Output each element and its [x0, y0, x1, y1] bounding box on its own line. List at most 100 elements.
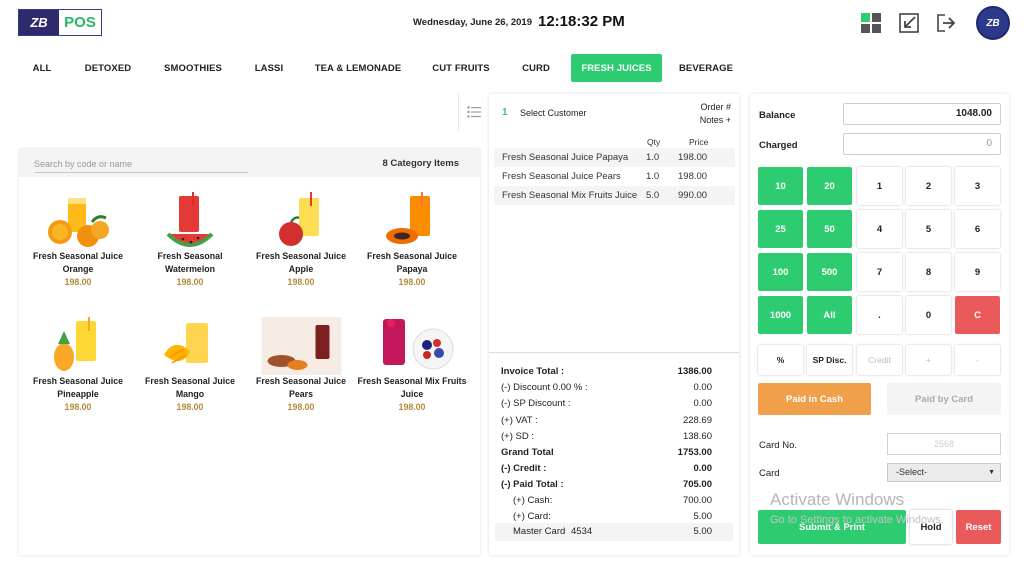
- product-card-apple[interactable]: Fresh Seasonal Juice Apple 198.00: [245, 192, 357, 292]
- activate-windows-title: Activate Windows: [770, 490, 905, 509]
- select-customer-link[interactable]: Select Customer: [520, 108, 587, 118]
- product-card-mango[interactable]: Fresh Seasonal Juice Mango 198.00: [134, 317, 246, 417]
- credit-button[interactable]: Credit: [857, 345, 902, 375]
- key-6-button[interactable]: 6: [955, 210, 1000, 248]
- key-3-button[interactable]: 3: [955, 167, 1000, 205]
- order-panel: 1 Select Customer Order # Notes + Qty Pr…: [489, 94, 739, 555]
- key-4-button[interactable]: 4: [857, 210, 902, 248]
- watermelon-juice-image: [166, 192, 214, 247]
- activate-windows-subtitle: Go to Settings to activate Windows.: [770, 514, 944, 526]
- quick-amount-all-button[interactable]: All: [807, 296, 852, 334]
- product-price: 198.00: [287, 402, 315, 412]
- key-1-button[interactable]: 1: [857, 167, 902, 205]
- tab-tea-lemonade[interactable]: TEA & LEMONADE: [312, 54, 404, 82]
- invoice-total-row: Invoice Total :1386.00: [501, 366, 712, 377]
- tab-fresh-juices[interactable]: FRESH JUICES: [571, 54, 662, 82]
- plus-button[interactable]: +: [906, 345, 951, 375]
- product-card-watermelon[interactable]: Fresh Seasonal Watermelon 198.00: [134, 192, 246, 292]
- minus-button[interactable]: -: [955, 345, 1000, 375]
- product-price: 198.00: [64, 402, 92, 412]
- quick-amount-20-button[interactable]: 20: [807, 167, 852, 205]
- key-5-button[interactable]: 5: [906, 210, 951, 248]
- quick-amount-25-button[interactable]: 25: [758, 210, 803, 248]
- product-card-pineapple[interactable]: Fresh Seasonal Juice Pineapple 198.00: [22, 317, 134, 417]
- line-price: 198.00: [678, 171, 708, 182]
- sd-row: (+) SD :138.60: [501, 431, 712, 442]
- key-2-button[interactable]: 2: [906, 167, 951, 205]
- quick-amount-100-button[interactable]: 100: [758, 253, 803, 291]
- order-line[interactable]: Fresh Seasonal Juice Pears 1.0 198.00: [494, 167, 735, 186]
- percent-discount-button[interactable]: %: [758, 345, 803, 375]
- order-line[interactable]: Fresh Seasonal Mix Fruits Juice 5.0 990.…: [494, 186, 735, 205]
- vat-row: (+) VAT :228.69: [501, 415, 712, 426]
- paid-in-cash-button[interactable]: Paid in Cash: [758, 383, 871, 415]
- sp-discount-button[interactable]: SP Disc.: [807, 345, 852, 375]
- key-decimal-button[interactable]: .: [857, 296, 902, 334]
- cash-row: (+) Cash: 700.00: [513, 495, 712, 506]
- grid-icon[interactable]: [860, 12, 882, 34]
- order-number-label: Order #: [700, 102, 731, 112]
- key-8-button[interactable]: 8: [906, 253, 951, 291]
- sp-discount-row: (-) SP Discount :0.00: [501, 398, 712, 409]
- app-header: ZB POS Wednesday, June 26, 2019 12:18:32…: [0, 0, 1024, 46]
- tab-all[interactable]: ALL: [24, 54, 60, 82]
- logout-icon[interactable]: [935, 12, 957, 34]
- order-totals: Invoice Total :1386.00 (-) Discount 0.00…: [489, 352, 739, 555]
- key-9-button[interactable]: 9: [955, 253, 1000, 291]
- tab-cut-fruits[interactable]: CUT FRUITS: [428, 54, 494, 82]
- line-qty: 5.0: [646, 190, 660, 201]
- master-card-number: 4534: [571, 526, 593, 537]
- product-name: Fresh Seasonal Juice Papaya: [367, 251, 457, 274]
- charged-field[interactable]: 0: [843, 133, 1001, 155]
- minimize-icon[interactable]: [898, 12, 920, 34]
- customer-number: 1: [502, 107, 508, 118]
- line-name: Fresh Seasonal Juice Papaya: [502, 152, 629, 163]
- pears-juice-image: [261, 317, 342, 375]
- items-panel: 8 Category Items Fresh Seasonal Juice Or…: [19, 149, 480, 555]
- product-name: Fresh Seasonal Juice Pineapple: [33, 376, 123, 399]
- key-7-button[interactable]: 7: [857, 253, 902, 291]
- reset-button[interactable]: Reset: [956, 510, 1001, 544]
- card-number-field[interactable]: 2568: [887, 433, 1001, 455]
- search-input[interactable]: [34, 156, 248, 173]
- list-view-icon[interactable]: [458, 94, 488, 130]
- tab-detoxed[interactable]: DETOXED: [80, 54, 136, 82]
- master-card-label: Master Card: [513, 526, 566, 537]
- product-card-orange[interactable]: Fresh Seasonal Juice Orange 198.00: [22, 192, 134, 292]
- line-qty: 1.0: [646, 171, 660, 182]
- current-time: 12:18:32 PM: [538, 13, 625, 30]
- grand-total-row: Grand Total 1753.00: [501, 447, 712, 458]
- product-price: 198.00: [398, 402, 426, 412]
- product-card-mix-fruits[interactable]: Fresh Seasonal Mix Fruits Juice 198.00: [356, 317, 468, 417]
- tab-curd[interactable]: CURD: [514, 54, 558, 82]
- product-card-papaya[interactable]: Fresh Seasonal Juice Papaya 198.00: [356, 192, 468, 292]
- order-line[interactable]: Fresh Seasonal Juice Papaya 1.0 198.00: [494, 148, 735, 167]
- credit-row: (-) Credit :0.00: [501, 463, 712, 474]
- paid-by-card-button[interactable]: Paid by Card: [887, 383, 1001, 415]
- quick-amount-10-button[interactable]: 10: [758, 167, 803, 205]
- papaya-juice-image: [386, 192, 430, 244]
- product-card-pears[interactable]: Fresh Seasonal Juice Pears 198.00: [245, 317, 357, 417]
- product-name: Fresh Seasonal Juice Mango: [145, 376, 235, 399]
- tab-lassi[interactable]: LASSI: [248, 54, 290, 82]
- clear-button[interactable]: C: [955, 296, 1000, 334]
- notes-button[interactable]: Notes +: [700, 115, 731, 125]
- product-name: Fresh Seasonal Mix Fruits Juice: [357, 376, 467, 399]
- pineapple-juice-image: [54, 317, 96, 371]
- product-price: 198.00: [176, 402, 204, 412]
- discount-row: (-) Discount 0.00 % :0.00: [501, 382, 712, 393]
- product-name: Fresh Seasonal Juice Orange: [33, 251, 123, 274]
- quick-amount-500-button[interactable]: 500: [807, 253, 852, 291]
- product-price: 198.00: [64, 277, 92, 287]
- tab-smoothies[interactable]: SMOOTHIES: [158, 54, 228, 82]
- tab-beverage[interactable]: BEVERAGE: [673, 54, 739, 82]
- card-type-select[interactable]: -Select- ▼: [887, 463, 1001, 482]
- quick-amount-50-button[interactable]: 50: [807, 210, 852, 248]
- logo-text: POS: [64, 14, 96, 31]
- current-date: Wednesday, June 26, 2019: [413, 17, 532, 28]
- quick-amount-1000-button[interactable]: 1000: [758, 296, 803, 334]
- key-0-button[interactable]: 0: [906, 296, 951, 334]
- user-avatar[interactable]: ZB: [976, 6, 1010, 40]
- product-name: Fresh Seasonal Juice Pears: [256, 376, 346, 399]
- balance-field[interactable]: 1048.00: [843, 103, 1001, 125]
